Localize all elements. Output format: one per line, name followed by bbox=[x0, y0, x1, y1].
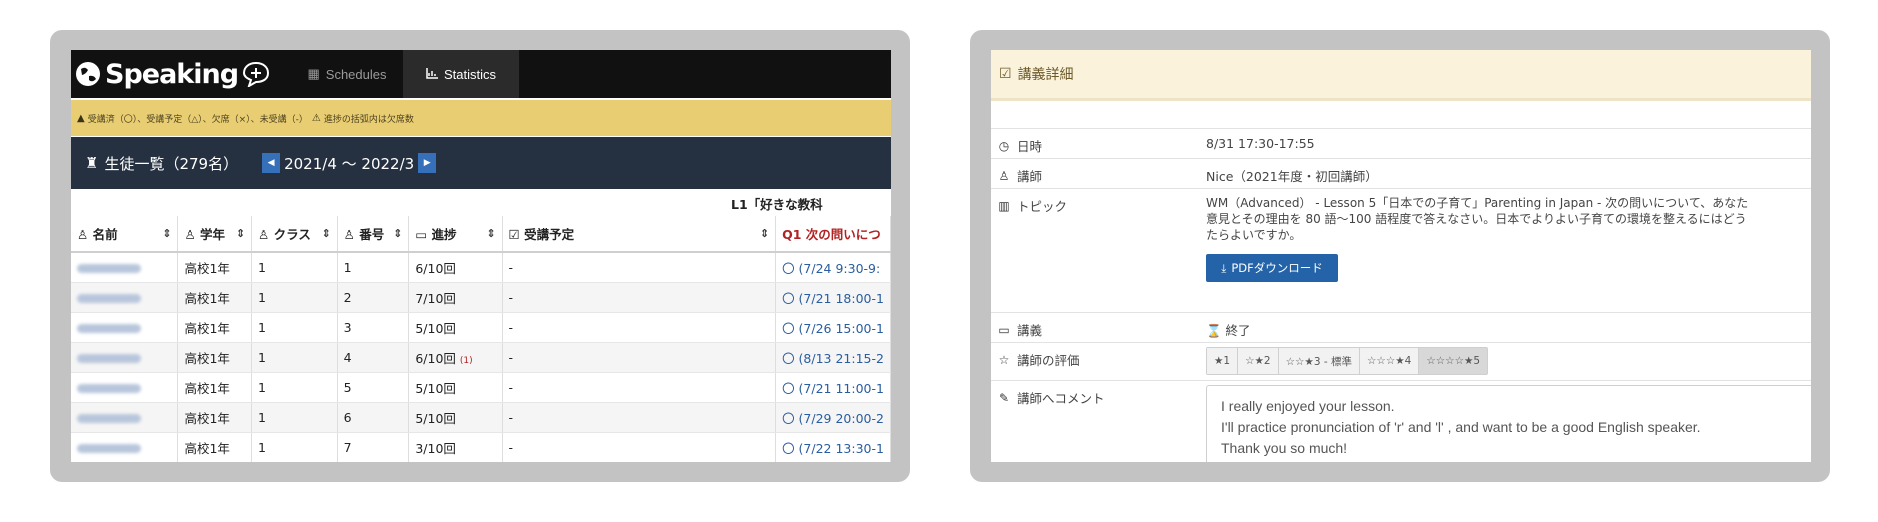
col-name[interactable]: ♙ 名前 ⇕ bbox=[71, 216, 179, 253]
calendar-check-icon: ☑ bbox=[508, 227, 525, 242]
topic-label: トピック bbox=[1017, 199, 1068, 214]
tab-schedules[interactable]: ▦ Schedules bbox=[291, 50, 403, 98]
row-lecture-status: ▭ 講義 ⌛ 終了 bbox=[991, 312, 1811, 343]
table-row[interactable]: 高校1年 1 7 3/10回 -〇 (7/22 13:30-1 bbox=[71, 432, 891, 462]
person-icon: ♙ bbox=[343, 227, 360, 242]
pdf-download-button[interactable]: ⤓ PDFダウンロード bbox=[1206, 254, 1338, 282]
legend-note: 進捗の括弧内は欠席数 bbox=[323, 114, 414, 125]
prev-period-button[interactable]: ◀ bbox=[262, 153, 281, 173]
teacher-icon: ♙ bbox=[998, 168, 1010, 183]
download-icon: ⤓ bbox=[1221, 260, 1227, 275]
hourglass-icon: ⌛ bbox=[1206, 323, 1226, 338]
col-class[interactable]: ♙ クラス ⇕ bbox=[251, 216, 338, 253]
logo-globe-icon bbox=[76, 62, 100, 86]
person-icon: ♙ bbox=[258, 227, 274, 242]
person-icon: ♙ bbox=[77, 227, 93, 242]
sort-icon: ⇕ bbox=[759, 227, 770, 240]
teacher-label: 講師 bbox=[1017, 169, 1043, 184]
comment-label: 講師へコメント bbox=[1017, 391, 1105, 406]
clipboard-check-icon: ☑ bbox=[999, 66, 1012, 82]
comment-icon: ▭ bbox=[415, 227, 432, 242]
student-icon: ♜ bbox=[85, 154, 99, 172]
student-name-blurred[interactable] bbox=[77, 324, 141, 333]
tab-schedules-label: Schedules bbox=[325, 66, 387, 82]
student-name-blurred[interactable] bbox=[77, 384, 141, 393]
star-outline-icon: ☆ bbox=[998, 352, 1010, 367]
col-lesson-q1[interactable]: Q1 次の問いにつ bbox=[775, 216, 891, 253]
statistics-page: Speaking ▦ Schedules Statistics ▲ 受講済（〇）… bbox=[71, 50, 891, 462]
calendar-icon: ▦ bbox=[307, 66, 320, 81]
rating-option-3[interactable]: ☆☆★3 - 標準 bbox=[1278, 348, 1360, 374]
legend-text: 受講済（〇）、受講予定（△）、欠席（×）、未受講（-） bbox=[87, 114, 308, 125]
legend-bar: ▲ 受講済（〇）、受講予定（△）、欠席（×）、未受講（-） ⚠ 進捗の括弧内は欠… bbox=[71, 100, 891, 136]
right-screenshot-frame: ☑ 講義詳細 ◷ 日時 8/31 17:30-17:55 ♙ 講師 Nice（202… bbox=[970, 30, 1830, 482]
teacher-value: Nice（2021年度・初回講師） bbox=[1206, 169, 1378, 184]
table-row[interactable]: 高校1年 1 6 5/10回 -〇 (7/29 20:00-2 bbox=[71, 402, 891, 433]
person-icon: ♙ bbox=[184, 227, 200, 242]
students-table: ♙ 名前 ⇕ ♙ 学年 ⇕ ♙ クラス ⇕ ♙ 番号 ⇕ ▭ 進捗 ⇕ ☑ 受講予定 ⇕ Q… bbox=[71, 216, 891, 462]
triangle-icon: ▲ bbox=[77, 112, 85, 124]
books-icon: ▥ bbox=[998, 198, 1010, 213]
clock-icon: ◷ bbox=[998, 138, 1010, 153]
warning-icon: ⚠ bbox=[311, 112, 321, 124]
sort-icon: ⇕ bbox=[162, 227, 172, 240]
col-progress[interactable]: ▭ 進捗 ⇕ bbox=[408, 216, 503, 253]
sort-icon: ⇕ bbox=[321, 227, 331, 240]
chart-icon bbox=[426, 67, 438, 82]
speech-bubble-plus-icon bbox=[243, 61, 270, 87]
topic-text: WM（Advanced） - Lesson 5「日本での子育て」Parentin… bbox=[1206, 196, 1749, 242]
col-planned[interactable]: ☑ 受講予定 ⇕ bbox=[502, 216, 777, 253]
table-row[interactable]: 高校1年 1 2 7/10回 -〇 (7/21 18:00-1 bbox=[71, 282, 891, 313]
row-datetime: ◷ 日時 8/31 17:30-17:55 bbox=[991, 128, 1811, 159]
detail-title: 講義詳細 bbox=[1017, 67, 1074, 83]
left-screenshot-frame: Speaking ▦ Schedules Statistics ▲ 受講済（〇）… bbox=[50, 30, 910, 482]
student-name-blurred[interactable] bbox=[77, 354, 141, 363]
rating-option-2[interactable]: ☆★2 bbox=[1238, 348, 1279, 374]
rating-option-4[interactable]: ☆☆☆★4 bbox=[1360, 348, 1420, 374]
rating-button-group: ★1 ☆★2 ☆☆★3 - 標準 ☆☆☆★4 ☆☆☆☆★5 bbox=[1206, 347, 1489, 375]
students-header: ♜ 生徒一覧（279名） ◀ 2021/4 〜 2022/3 ▶ bbox=[71, 137, 891, 189]
period-label: 2021/4 〜 2022/3 bbox=[284, 154, 415, 173]
col-grade[interactable]: ♙ 学年 ⇕ bbox=[177, 216, 253, 253]
tab-statistics[interactable]: Statistics bbox=[403, 50, 519, 98]
datetime-label: 日時 bbox=[1017, 139, 1043, 154]
datetime-value: 8/31 17:30-17:55 bbox=[1206, 136, 1315, 151]
detail-header: ☑ 講義詳細 bbox=[991, 50, 1811, 101]
table-row[interactable]: 高校1年 1 5 5/10回 -〇 (7/21 11:00-1 bbox=[71, 372, 891, 403]
student-name-blurred[interactable] bbox=[77, 444, 141, 453]
student-name-blurred[interactable] bbox=[77, 264, 141, 273]
comment-textarea[interactable]: I really enjoyed your lesson. I'll pract… bbox=[1206, 385, 1811, 462]
sort-icon: ⇕ bbox=[235, 227, 246, 240]
students-title: 生徒一覧（279名） bbox=[104, 154, 239, 173]
rating-option-5[interactable]: ☆☆☆☆★5 bbox=[1419, 348, 1488, 374]
student-name-blurred[interactable] bbox=[77, 294, 141, 303]
col-number[interactable]: ♙ 番号 ⇕ bbox=[337, 216, 410, 253]
tab-statistics-label: Statistics bbox=[443, 66, 496, 82]
table-row[interactable]: 高校1年 1 3 5/10回 -〇 (7/26 15:00-1 bbox=[71, 312, 891, 343]
table-row[interactable]: 高校1年 1 4 6/10回 (1) -〇 (8/13 21:15-2 bbox=[71, 342, 891, 373]
rating-label: 講師の評価 bbox=[1017, 353, 1080, 368]
student-name-blurred[interactable] bbox=[77, 414, 141, 423]
app-logo[interactable]: Speaking bbox=[75, 54, 270, 94]
row-teacher: ♙ 講師 Nice（2021年度・初回講師） bbox=[991, 158, 1811, 189]
row-rating: ☆ 講師の評価 ★1 ☆★2 ☆☆★3 - 標準 ☆☆☆★4 ☆☆☆☆★5 bbox=[991, 342, 1811, 381]
table-row[interactable]: 高校1年 1 1 6/10回 -〇 (7/24 9:30-9: bbox=[71, 252, 891, 283]
top-navbar: Speaking ▦ Schedules Statistics bbox=[71, 50, 891, 98]
table-header-row: ♙ 名前 ⇕ ♙ 学年 ⇕ ♙ クラス ⇕ ♙ 番号 ⇕ ▭ 進捗 ⇕ ☑ 受講予定 ⇕ Q… bbox=[71, 216, 891, 253]
pencil-icon: ✎ bbox=[998, 390, 1010, 405]
next-period-button[interactable]: ▶ bbox=[418, 153, 437, 173]
rating-option-1[interactable]: ★1 bbox=[1207, 348, 1239, 374]
lecture-detail-page: ☑ 講義詳細 ◷ 日時 8/31 17:30-17:55 ♙ 講師 Nice（202… bbox=[991, 50, 1811, 462]
lecture-status: 終了 bbox=[1225, 323, 1251, 338]
logo-text: Speaking bbox=[105, 58, 239, 90]
comment-icon: ▭ bbox=[998, 322, 1010, 337]
lecture-label: 講義 bbox=[1017, 323, 1043, 338]
sort-icon: ⇕ bbox=[393, 227, 403, 240]
lesson-column-title: L1「好きな教科 bbox=[731, 197, 823, 212]
pdf-download-label: PDFダウンロード bbox=[1231, 261, 1323, 275]
row-comment: ✎ 講師へコメント I really enjoyed your lesson. I… bbox=[991, 380, 1811, 462]
sort-icon: ⇕ bbox=[486, 227, 496, 240]
row-topic: ▥ トピック WM（Advanced） - Lesson 5「日本での子育て」Pa… bbox=[991, 188, 1811, 299]
